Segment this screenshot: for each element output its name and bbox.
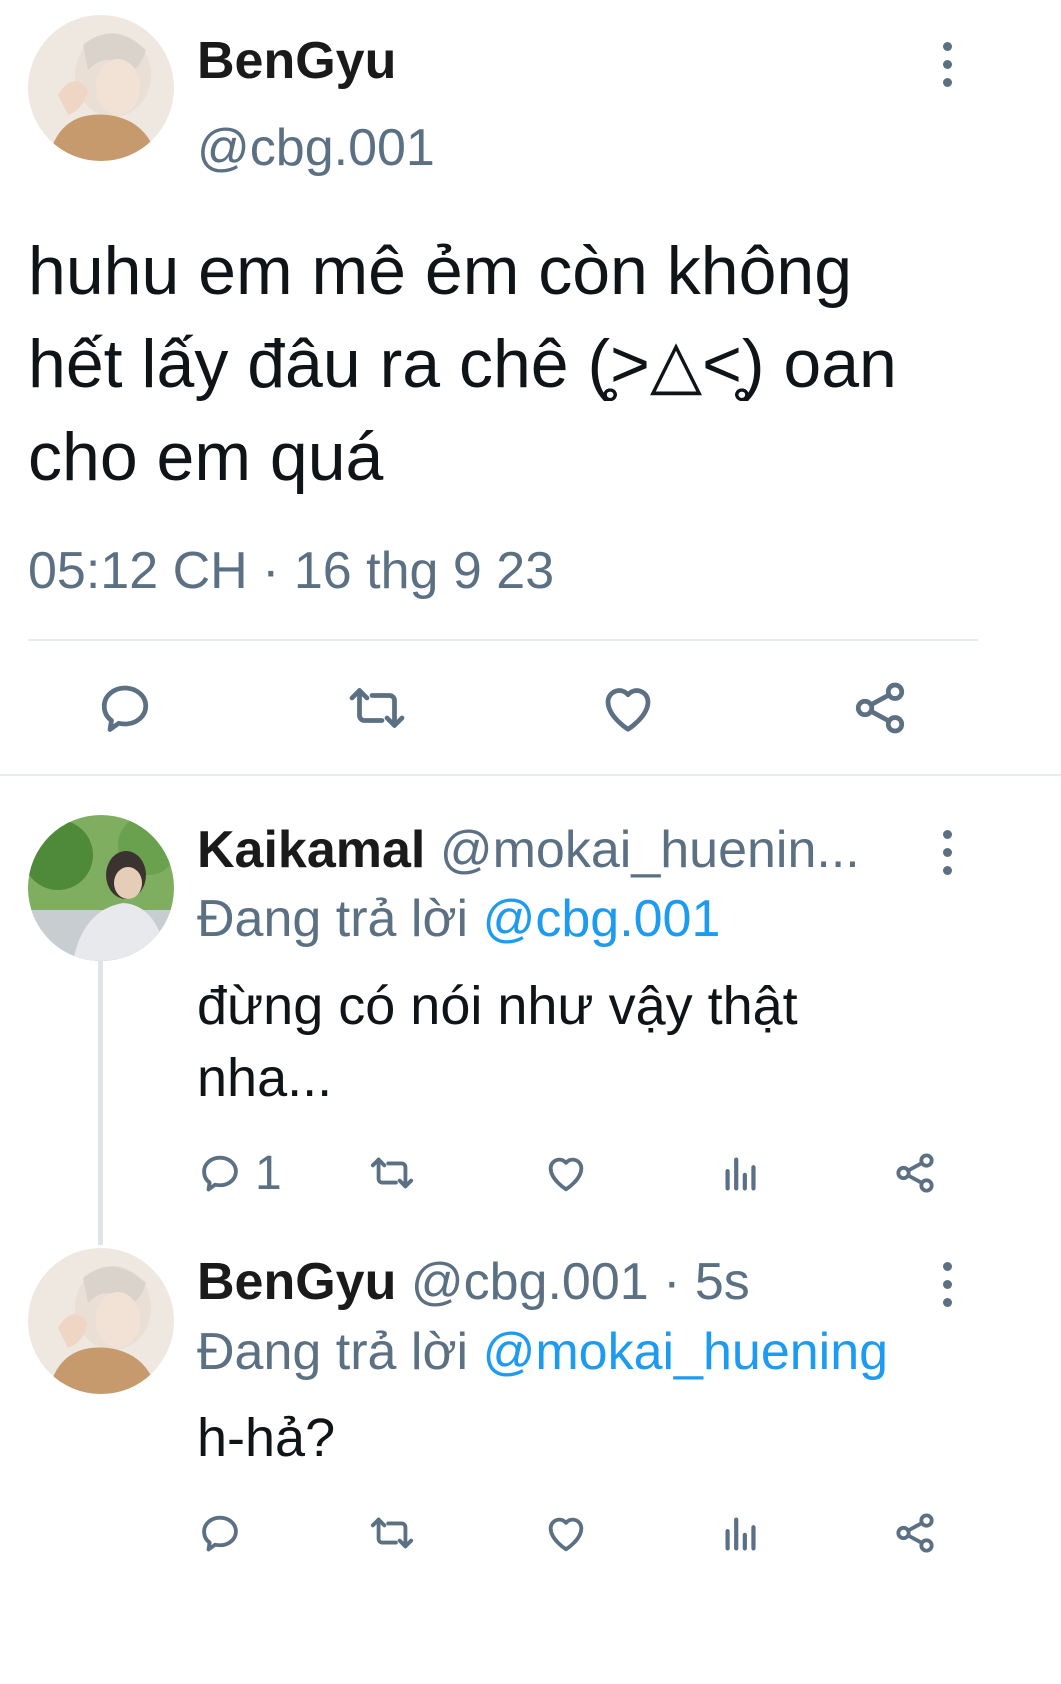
replying-to-label: Đang trả lời (197, 890, 469, 948)
replying-to-handle[interactable]: @cbg.001 (483, 890, 721, 948)
author-handle[interactable]: @mokai_huenin... (440, 821, 860, 879)
avatar[interactable] (28, 1248, 174, 1394)
like-icon[interactable] (543, 1510, 589, 1556)
more-options-icon[interactable] (932, 822, 962, 882)
reply-icon[interactable] (197, 1150, 243, 1196)
tweet-text-line: cho em quá (28, 419, 384, 495)
replying-to-handle[interactable]: @mokai_huening (483, 1323, 889, 1381)
share-icon[interactable] (892, 1510, 938, 1556)
retweet-icon[interactable] (366, 1150, 418, 1196)
reply-text: h-hả? (197, 1402, 335, 1474)
views-icon[interactable] (718, 1510, 764, 1556)
share-icon[interactable] (892, 1150, 938, 1196)
avatar[interactable] (28, 815, 174, 961)
reply-icon[interactable] (95, 678, 155, 738)
more-options-icon[interactable] (932, 1254, 962, 1314)
reply-header: BenGyu @cbg.001 · 5s (197, 1250, 750, 1314)
like-icon[interactable] (543, 1150, 589, 1196)
like-icon[interactable] (598, 678, 658, 738)
thread-line (98, 960, 103, 1245)
reply-header: Kaikamal @mokai_huenin... (197, 818, 860, 882)
reply-text: đừng có nói như vậy thật nha... (197, 970, 798, 1114)
tweet-text-line: huhu em mê ẻm còn không (28, 233, 853, 309)
reply-icon[interactable] (197, 1510, 243, 1556)
author-name[interactable]: BenGyu (197, 1253, 396, 1311)
tweet-timestamp[interactable]: 05:12 CH · 16 thg 9 23 (28, 538, 554, 604)
reply-count: 1 (255, 1147, 282, 1200)
views-icon[interactable] (718, 1150, 764, 1196)
replying-to: Đang trả lời @mokai_huening (197, 1320, 888, 1384)
author-name[interactable]: Kaikamal (197, 821, 425, 879)
replying-to: Đang trả lời @cbg.001 (197, 887, 720, 951)
replying-to-label: Đang trả lời (197, 1323, 469, 1381)
author-name[interactable]: BenGyu (197, 30, 396, 92)
reply-text-line: h-hả? (197, 1408, 336, 1468)
tweet-text-line: hết lấy đâu ra chê (̥̥̥̥>△<̥̥̥̥) oan (28, 326, 897, 402)
share-icon[interactable] (850, 678, 910, 738)
reply-text-line: nha... (197, 1048, 333, 1108)
section-divider (0, 774, 1061, 776)
tweet-text: huhu em mê ẻm còn không hết lấy đâu ra c… (28, 225, 897, 504)
divider (28, 639, 978, 641)
reply-text-line: đừng có nói như vậy thật (197, 976, 798, 1036)
author-handle[interactable]: @cbg.001 · 5s (411, 1253, 750, 1311)
retweet-icon[interactable] (344, 678, 410, 738)
retweet-icon[interactable] (366, 1510, 418, 1556)
avatar[interactable] (28, 15, 174, 161)
more-options-icon[interactable] (932, 34, 962, 94)
author-handle[interactable]: @cbg.001 (197, 117, 435, 179)
